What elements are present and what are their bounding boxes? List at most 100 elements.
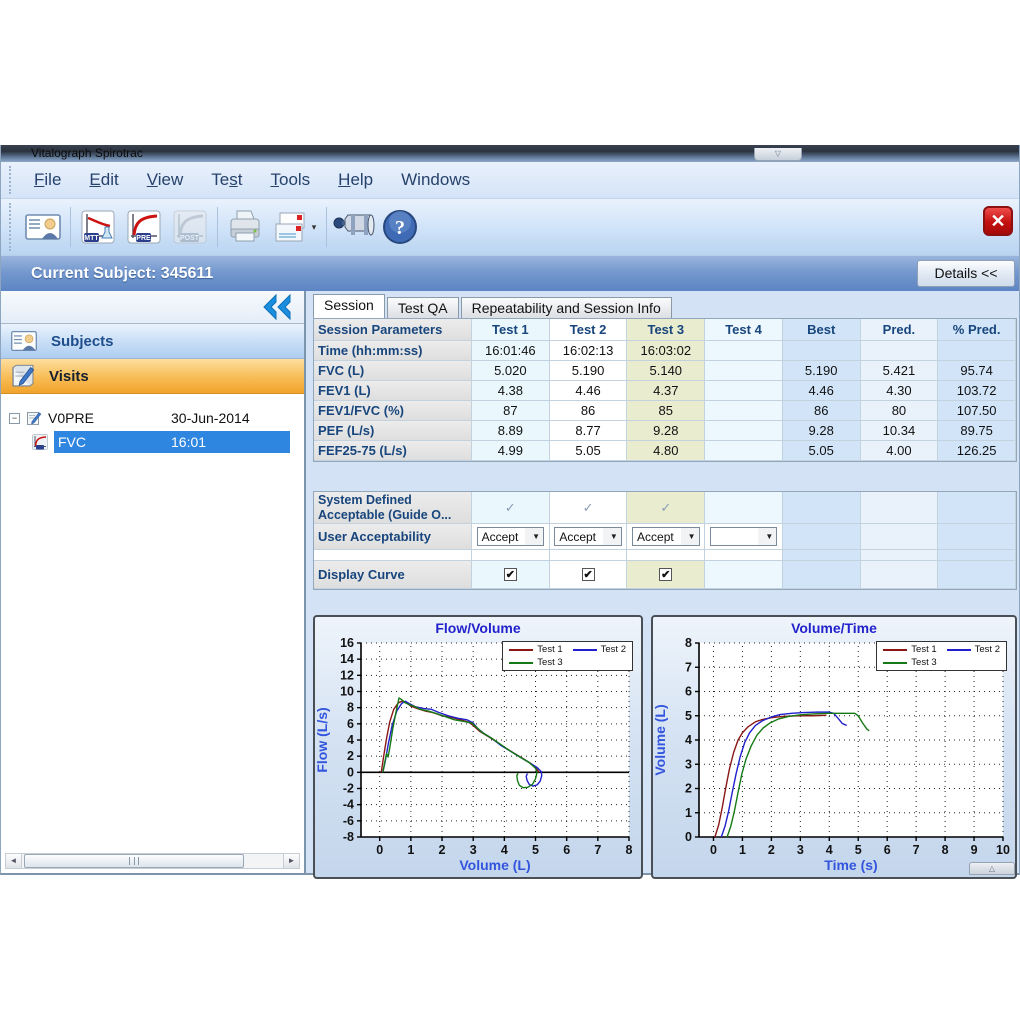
- chevron-down-icon: ▽: [775, 149, 781, 158]
- close-button[interactable]: ✕: [983, 206, 1013, 236]
- device-button[interactable]: [331, 204, 377, 250]
- acceptability-dropdown[interactable]: Accept: [477, 527, 544, 546]
- help-icon: ?: [381, 208, 419, 246]
- svg-text:7: 7: [685, 660, 692, 674]
- selected-test-row[interactable]: FVC 16:01: [54, 431, 290, 453]
- svg-text:10: 10: [340, 685, 354, 699]
- value-cell: 16:02:13: [550, 341, 628, 361]
- collapse-panel-icon[interactable]: [260, 293, 294, 321]
- value-cell: 5.190: [550, 361, 628, 381]
- ribbon-collapse-tab[interactable]: ▽: [754, 148, 802, 161]
- svg-text:8: 8: [626, 843, 633, 857]
- acceptability-dropdown[interactable]: [710, 527, 777, 546]
- svg-text:POST: POST: [180, 235, 200, 242]
- volume-time-chart: Volume/Time 012345678910012345678Time (s…: [651, 615, 1017, 879]
- details-button[interactable]: Details <<: [917, 260, 1015, 287]
- visits-icon: [9, 363, 37, 389]
- svg-text:0: 0: [376, 843, 383, 857]
- value-cell: 5.190: [783, 361, 861, 381]
- scroll-left-icon[interactable]: ◄: [6, 854, 22, 868]
- help-button[interactable]: ?: [377, 204, 423, 250]
- value-cell: 8.89: [472, 421, 550, 441]
- tab-repeatability[interactable]: Repeatability and Session Info: [461, 297, 672, 318]
- value-cell: [705, 381, 783, 401]
- value-cell: [705, 361, 783, 381]
- display-curve-checkbox[interactable]: ✔: [659, 568, 672, 581]
- svg-text:0: 0: [685, 830, 692, 844]
- tab-test-qa[interactable]: Test QA: [387, 297, 459, 318]
- value-cell: [783, 524, 861, 550]
- toolbar-separator: [326, 207, 327, 247]
- svg-text:12: 12: [340, 668, 354, 682]
- mtt-test-button[interactable]: MTT: [75, 204, 121, 250]
- tree-item-visit[interactable]: − V0PRE 30-Jun-2014: [1, 406, 304, 430]
- row-label: Display Curve: [314, 561, 472, 589]
- menu-edit[interactable]: Edit: [75, 166, 132, 194]
- svg-text:4: 4: [685, 733, 692, 747]
- visit-name: V0PRE: [48, 410, 94, 426]
- fvc-test-icon: [31, 433, 49, 451]
- value-cell: [938, 561, 1016, 589]
- report-email-button[interactable]: ▾: [268, 204, 322, 250]
- acceptability-dropdown[interactable]: Accept: [554, 527, 622, 546]
- svg-text:?: ?: [395, 217, 405, 239]
- acceptability-dropdown[interactable]: Accept: [632, 527, 700, 546]
- spacer-cell: [627, 550, 705, 561]
- tree-collapse-icon[interactable]: −: [9, 413, 20, 424]
- legend-entry: Test 3: [509, 656, 562, 669]
- svg-text:9: 9: [971, 843, 978, 857]
- menu-tools[interactable]: Tools: [256, 166, 324, 194]
- display-curve-cell: [705, 561, 783, 589]
- value-cell: [783, 561, 861, 589]
- window-title: Vitalograph Spirotrac: [31, 146, 143, 160]
- scrollbar-track[interactable]: [22, 854, 283, 868]
- horizontal-scrollbar[interactable]: ◄ ►: [5, 853, 300, 869]
- menu-test[interactable]: Test: [197, 166, 256, 194]
- svg-text:-6: -6: [343, 814, 354, 828]
- column-header: Test 2: [550, 319, 628, 341]
- menu-view[interactable]: View: [133, 166, 198, 194]
- scrollbar-thumb[interactable]: [24, 854, 244, 868]
- svg-text:3: 3: [470, 843, 477, 857]
- chevron-down-icon[interactable]: ▾: [312, 222, 317, 233]
- spacer-cell: [938, 550, 1016, 561]
- svg-text:Volume (L): Volume (L): [459, 857, 530, 873]
- value-cell: [705, 441, 783, 461]
- navigation-panel: Subjects Visits −: [1, 291, 306, 873]
- pre-test-button[interactable]: PRE: [121, 204, 167, 250]
- spacer-cell: [314, 550, 472, 561]
- svg-text:7: 7: [913, 843, 920, 857]
- display-curve-checkbox[interactable]: ✔: [582, 568, 595, 581]
- value-cell: 4.00: [861, 441, 939, 461]
- tab-session[interactable]: Session: [313, 294, 385, 318]
- svg-text:4: 4: [826, 843, 833, 857]
- subject-button[interactable]: [20, 204, 66, 250]
- value-cell: 107.50: [938, 401, 1016, 421]
- session-parameters-table: Session ParametersTest 1Test 2Test 3Test…: [313, 318, 1017, 462]
- email-report-icon: [272, 207, 312, 247]
- title-bar[interactable]: Vitalograph Spirotrac ▽: [1, 145, 1019, 162]
- display-curve-checkbox[interactable]: ✔: [504, 568, 517, 581]
- svg-text:8: 8: [685, 637, 692, 650]
- value-cell: 103.72: [938, 381, 1016, 401]
- row-label: Time (hh:mm:ss): [314, 341, 472, 361]
- sidebar-item-visits[interactable]: Visits: [1, 359, 304, 394]
- user-acceptability-cell: Accept: [472, 524, 550, 550]
- menu-windows[interactable]: Windows: [387, 166, 484, 194]
- value-cell: [783, 341, 861, 361]
- svg-text:6: 6: [884, 843, 891, 857]
- tree-item-test[interactable]: FVC 16:01: [1, 430, 304, 454]
- bottom-collapse-button[interactable]: △: [969, 862, 1015, 875]
- row-label: FEF25-75 (L/s): [314, 441, 472, 461]
- menu-bar: FileEditViewTestToolsHelpWindows: [1, 162, 1019, 199]
- menu-file[interactable]: File: [20, 166, 75, 194]
- value-cell: 86: [783, 401, 861, 421]
- print-button[interactable]: [222, 204, 268, 250]
- scroll-right-icon[interactable]: ►: [283, 854, 299, 868]
- sidebar-item-subjects[interactable]: Subjects: [1, 324, 304, 359]
- value-cell: 9.28: [783, 421, 861, 441]
- check-icon: ✓: [583, 500, 594, 516]
- menu-help[interactable]: Help: [324, 166, 387, 194]
- svg-text:6: 6: [563, 843, 570, 857]
- subject-card-icon: [23, 207, 63, 247]
